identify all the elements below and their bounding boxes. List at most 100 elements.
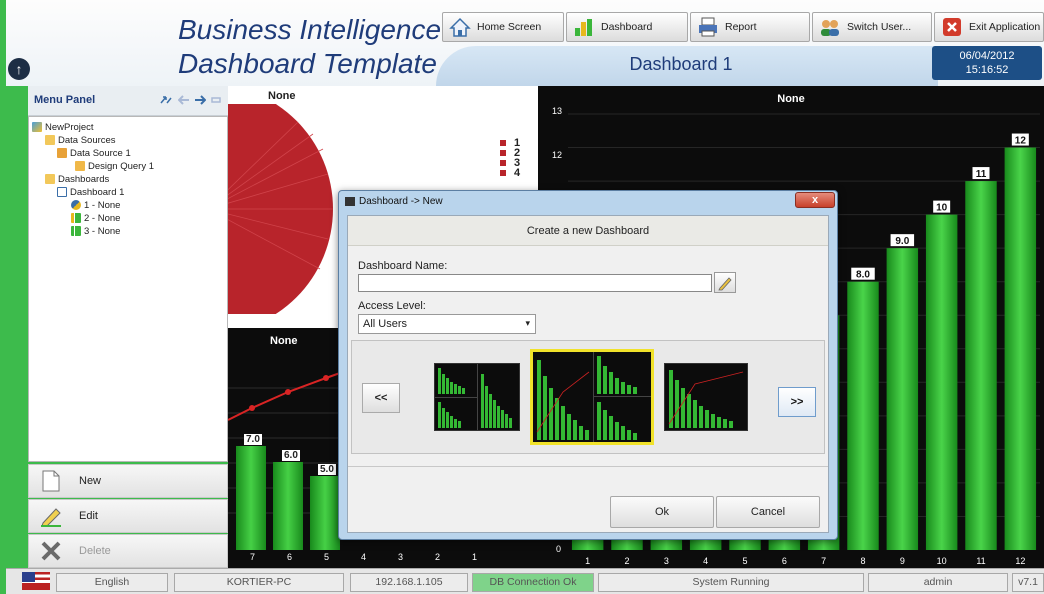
switch-user-button[interactable]: Switch User... — [812, 12, 932, 42]
dialog-heading: Create a new Dashboard — [348, 216, 828, 246]
users-icon — [819, 16, 841, 38]
legend-item: 4 — [500, 167, 521, 179]
home-screen-button[interactable]: Home Screen — [442, 12, 564, 42]
new-document-icon — [39, 470, 63, 492]
dashboard-button[interactable]: Dashboard — [566, 12, 688, 42]
x-tick-label: 5 — [742, 556, 747, 566]
tree-item-label: Design Query 1 — [88, 160, 155, 172]
data-label: 9.0 — [895, 236, 909, 247]
query-icon — [75, 161, 85, 171]
access-level-label: Access Level: — [358, 300, 426, 312]
dashboard-icon — [57, 187, 67, 197]
x-tick-label: 11 — [976, 556, 985, 566]
status-bar: English KORTIER-PC 192.168.1.105 DB Conn… — [6, 568, 1044, 594]
x-tick-label: 8 — [860, 556, 865, 566]
x-tick-label: 2 — [435, 552, 441, 562]
forward-arrow-icon[interactable] — [194, 95, 207, 105]
bar — [886, 248, 919, 550]
bar-chart-icon — [71, 213, 81, 223]
tree-item-newproject[interactable]: NewProject — [32, 121, 94, 133]
dialog-body: Create a new Dashboard Dashboard Name: A… — [347, 215, 829, 533]
dialog-app-icon — [345, 197, 355, 206]
computer-name: KORTIER-PC — [174, 573, 344, 592]
dialog-divider — [348, 466, 828, 467]
x-tick-label: 5 — [324, 552, 330, 562]
x-tick-label: 12 — [1015, 556, 1025, 566]
tree-item-dashboards[interactable]: Dashboards — [45, 173, 109, 185]
dashboard-label: Dashboard — [601, 21, 653, 33]
dashboard-name-input[interactable] — [358, 274, 712, 292]
template-thumbnail-2[interactable] — [530, 349, 654, 445]
x-tick-label: 10 — [937, 556, 947, 566]
template-thumbnail-1[interactable] — [434, 363, 520, 431]
pie-chart-icon — [71, 200, 81, 210]
line-x-axis: 7 6 5 4 3 2 1 — [228, 552, 538, 568]
bar — [965, 181, 997, 551]
tree-item-data-source-1[interactable]: Data Source 1 — [57, 147, 131, 159]
up-arrow-icon[interactable]: ↑ — [8, 58, 30, 80]
tree-item-label: Dashboards — [58, 173, 110, 185]
x-tick-label: 6 — [782, 556, 787, 566]
tree-item-chart-2[interactable]: 2 - None — [71, 212, 120, 224]
tree-item-design-query-1[interactable]: Design Query 1 — [75, 160, 154, 172]
tree-item-data-sources[interactable]: Data Sources — [45, 134, 116, 146]
project-icon — [32, 122, 42, 132]
tree-item-chart-3[interactable]: 3 - None — [71, 225, 120, 237]
tree-item-label: Dashboard 1 — [70, 186, 125, 198]
bar-chart-icon — [71, 226, 81, 236]
language-status[interactable]: English — [56, 573, 168, 592]
cancel-button[interactable]: Cancel — [716, 496, 820, 528]
menu-panel-title: Menu Panel — [34, 94, 96, 106]
data-label: 10 — [936, 203, 948, 214]
edit-name-button[interactable] — [714, 272, 736, 293]
home-icon — [449, 16, 471, 38]
datasource-icon — [57, 148, 67, 158]
exit-application-button[interactable]: Exit Application — [934, 12, 1044, 42]
back-arrow-icon[interactable] — [177, 95, 190, 105]
tree-item-chart-1[interactable]: 1 - None — [71, 199, 120, 211]
x-tick-label: 1 — [472, 552, 478, 562]
home-screen-label: Home Screen — [477, 21, 542, 33]
exit-application-label: Exit Application — [969, 21, 1041, 33]
new-button[interactable]: New — [28, 464, 228, 498]
new-button-label: New — [79, 475, 102, 487]
project-tree[interactable]: NewProject Data Sources Data Source 1 De… — [28, 116, 228, 462]
next-template-button[interactable]: >> — [778, 387, 816, 417]
legend-label: 4 — [514, 167, 521, 179]
folder-icon — [45, 135, 55, 145]
app-title-line1: Business Intelligence — [178, 14, 442, 45]
time-text: 15:16:52 — [965, 64, 1009, 76]
refresh-icon[interactable] — [160, 95, 172, 105]
legend-swatch — [500, 140, 506, 146]
close-button[interactable]: x — [795, 192, 835, 208]
data-label: 6.0 — [282, 450, 300, 461]
menu-panel-header: Menu Panel — [28, 86, 228, 116]
dashboard-icon — [573, 16, 595, 38]
x-tick-label: 7 — [250, 552, 256, 562]
app-header: Business Intelligence Dashboard Template… — [6, 0, 1044, 86]
ok-button[interactable]: Ok — [610, 496, 714, 528]
pie-legend: 1 2 3 4 — [500, 137, 521, 179]
template-thumbnail-3[interactable] — [664, 363, 748, 431]
dashboard-title: Dashboard 1 — [629, 54, 733, 74]
previous-template-button[interactable]: << — [362, 383, 400, 413]
legend-swatch — [500, 150, 506, 156]
tree-item-label: Data Sources — [58, 134, 116, 146]
access-level-select[interactable]: All Users ▾ — [358, 314, 536, 334]
report-button[interactable]: Report — [690, 12, 810, 42]
line-point — [249, 405, 255, 411]
tree-item-label: Data Source 1 — [70, 147, 131, 159]
bar — [236, 446, 266, 550]
x-tick-label: 4 — [361, 552, 367, 562]
edit-button-label: Edit — [79, 510, 98, 522]
delete-button[interactable]: Delete — [28, 534, 228, 568]
pie-chart-title: None — [268, 90, 296, 102]
bar — [1004, 147, 1037, 550]
new-dashboard-dialog: Dashboard -> New x Create a new Dashboar… — [338, 190, 838, 540]
tree-item-dashboard-1[interactable]: Dashboard 1 — [57, 186, 124, 198]
pin-icon[interactable] — [210, 95, 222, 105]
user-status: admin — [868, 573, 1008, 592]
flag-icon[interactable] — [22, 572, 50, 590]
edit-button[interactable]: Edit — [28, 499, 228, 533]
system-status: System Running — [598, 573, 864, 592]
